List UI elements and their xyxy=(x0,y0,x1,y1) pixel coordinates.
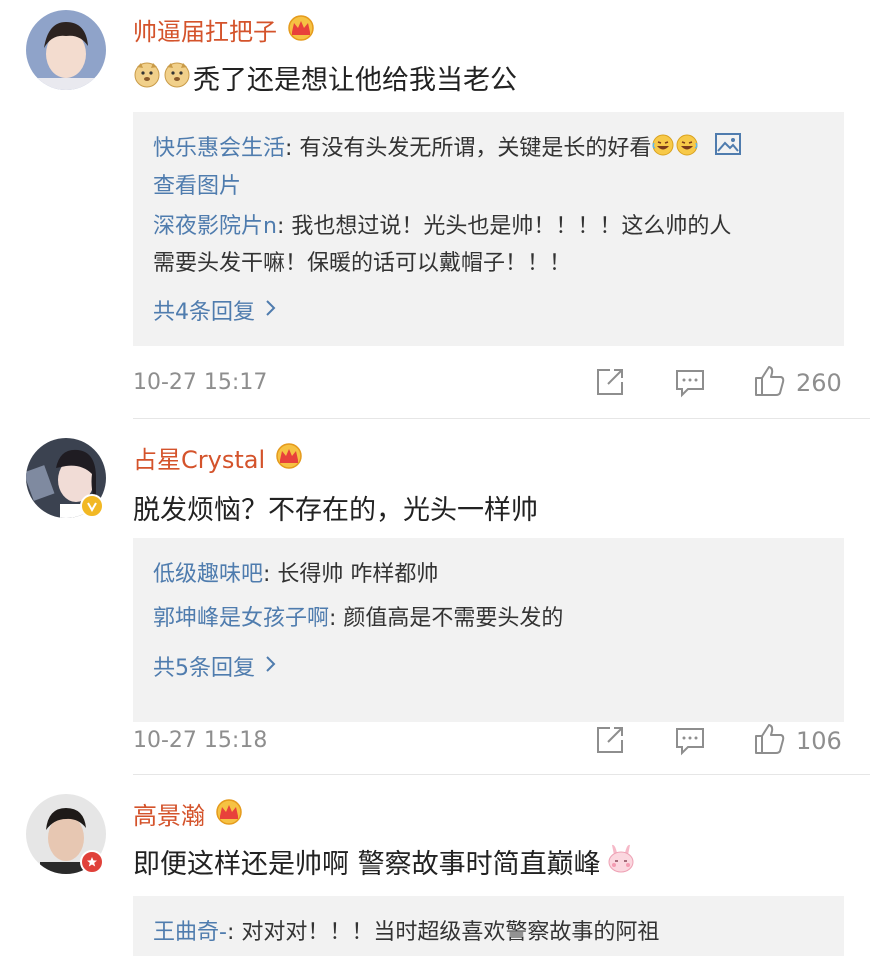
chevron-right-icon xyxy=(265,298,277,323)
more-replies-link[interactable]: 共4条回复 xyxy=(153,294,277,326)
reply-text: 需要头发干嘛！保暖的话可以戴帽子！！！ xyxy=(153,251,572,276)
like-icon xyxy=(752,364,786,402)
reply-text: : 有没有头发无所谓，关键是长的好看 xyxy=(285,136,652,161)
comment-3: 高景瀚 即便这样还是帅啊 警察故事时简直巅峰 王曲奇-: 对对对！！！当时超级喜… xyxy=(0,776,870,956)
laugh-emoji xyxy=(651,131,675,168)
reply-item[interactable]: 低级趣味吧: 长得帅 咋样都帅 xyxy=(153,556,824,593)
reply-text: : 对对对！！！当时超级喜欢警察故事的阿祖 xyxy=(226,920,660,945)
bunny-emoji xyxy=(605,843,637,880)
comment-2: 占星Crystal 脱发烦恼？不存在的，光头一样帅 低级趣味吧: 长得帅 咋样都… xyxy=(0,420,870,780)
like-icon xyxy=(752,722,786,760)
reply-box: 低级趣味吧: 长得帅 咋样都帅 郭坤峰是女孩子啊: 颜值高是不需要头发的 共5条… xyxy=(133,538,844,722)
doge-emoji xyxy=(163,60,191,95)
chevron-right-icon xyxy=(265,654,277,679)
reply-text: : 颜值高是不需要头发的 xyxy=(329,606,564,631)
reply-item[interactable]: 郭坤峰是女孩子啊: 颜值高是不需要头发的 xyxy=(153,600,824,637)
view-image-link[interactable]: 查看图片 xyxy=(153,174,241,199)
comment-1: 帅逼届扛把子 秃了还是想让他给我当老公 快乐惠会生活: 有没有头发无所谓，关键是… xyxy=(0,0,870,420)
reply-text: : 长得帅 咋样都帅 xyxy=(263,562,439,587)
reply-text: : 我也想过说！光头也是帅！！！！这么帅的人 xyxy=(276,214,732,239)
divider xyxy=(133,418,870,419)
image-icon[interactable] xyxy=(714,131,742,168)
reply-username[interactable]: 低级趣味吧 xyxy=(153,562,263,587)
comment-text: 秃了还是想让他给我当老公 xyxy=(133,58,517,97)
comment-username[interactable]: 高景瀚 xyxy=(133,796,245,831)
reply-item[interactable]: 快乐惠会生活: 有没有头发无所谓，关键是长的好看 查看图片 xyxy=(153,130,824,205)
like-count: 106 xyxy=(796,727,842,755)
reply-username[interactable]: 王曲奇- xyxy=(153,920,227,945)
verified-badge-icon xyxy=(80,850,104,874)
share-icon[interactable] xyxy=(594,366,626,398)
laugh-emoji xyxy=(675,131,699,168)
divider xyxy=(133,774,870,775)
share-icon[interactable] xyxy=(594,724,626,756)
reply-username[interactable]: 深夜影院片n xyxy=(153,214,277,239)
like-button[interactable]: 260 xyxy=(752,364,842,402)
comment-username[interactable]: 占星Crystal xyxy=(133,440,305,475)
crown-icon xyxy=(273,441,305,475)
reply-item[interactable]: 深夜影院片n: 我也想过说！光头也是帅！！！！这么帅的人需要头发干嘛！保暖的话可… xyxy=(153,208,824,282)
verified-badge-icon xyxy=(80,494,104,518)
comment-timestamp: 10-27 15:17 xyxy=(133,370,268,395)
crown-icon xyxy=(213,797,245,831)
comment-text: 即便这样还是帅啊 警察故事时简直巅峰 xyxy=(133,842,639,881)
reply-username[interactable]: 快乐惠会生活 xyxy=(153,136,285,161)
comment-timestamp: 10-27 15:18 xyxy=(133,728,268,753)
like-count: 260 xyxy=(796,369,842,397)
comment-icon[interactable] xyxy=(674,368,706,398)
avatar[interactable] xyxy=(26,10,106,90)
like-button[interactable]: 106 xyxy=(752,722,842,760)
comment-icon[interactable] xyxy=(674,726,706,756)
crown-icon xyxy=(285,13,317,47)
reply-box: 王曲奇-: 对对对！！！当时超级喜欢警察故事的阿祖 xyxy=(133,896,844,956)
reply-item[interactable]: 王曲奇-: 对对对！！！当时超级喜欢警察故事的阿祖 xyxy=(153,914,824,951)
more-replies-link[interactable]: 共5条回复 xyxy=(153,650,277,682)
comment-text: 脱发烦恼？不存在的，光头一样帅 xyxy=(133,495,538,526)
reply-box: 快乐惠会生活: 有没有头发无所谓，关键是长的好看 查看图片 深夜影院片n: 我也… xyxy=(133,112,844,346)
comment-username[interactable]: 帅逼届扛把子 xyxy=(133,12,317,47)
doge-emoji xyxy=(133,60,161,95)
reply-username[interactable]: 郭坤峰是女孩子啊 xyxy=(153,606,329,631)
